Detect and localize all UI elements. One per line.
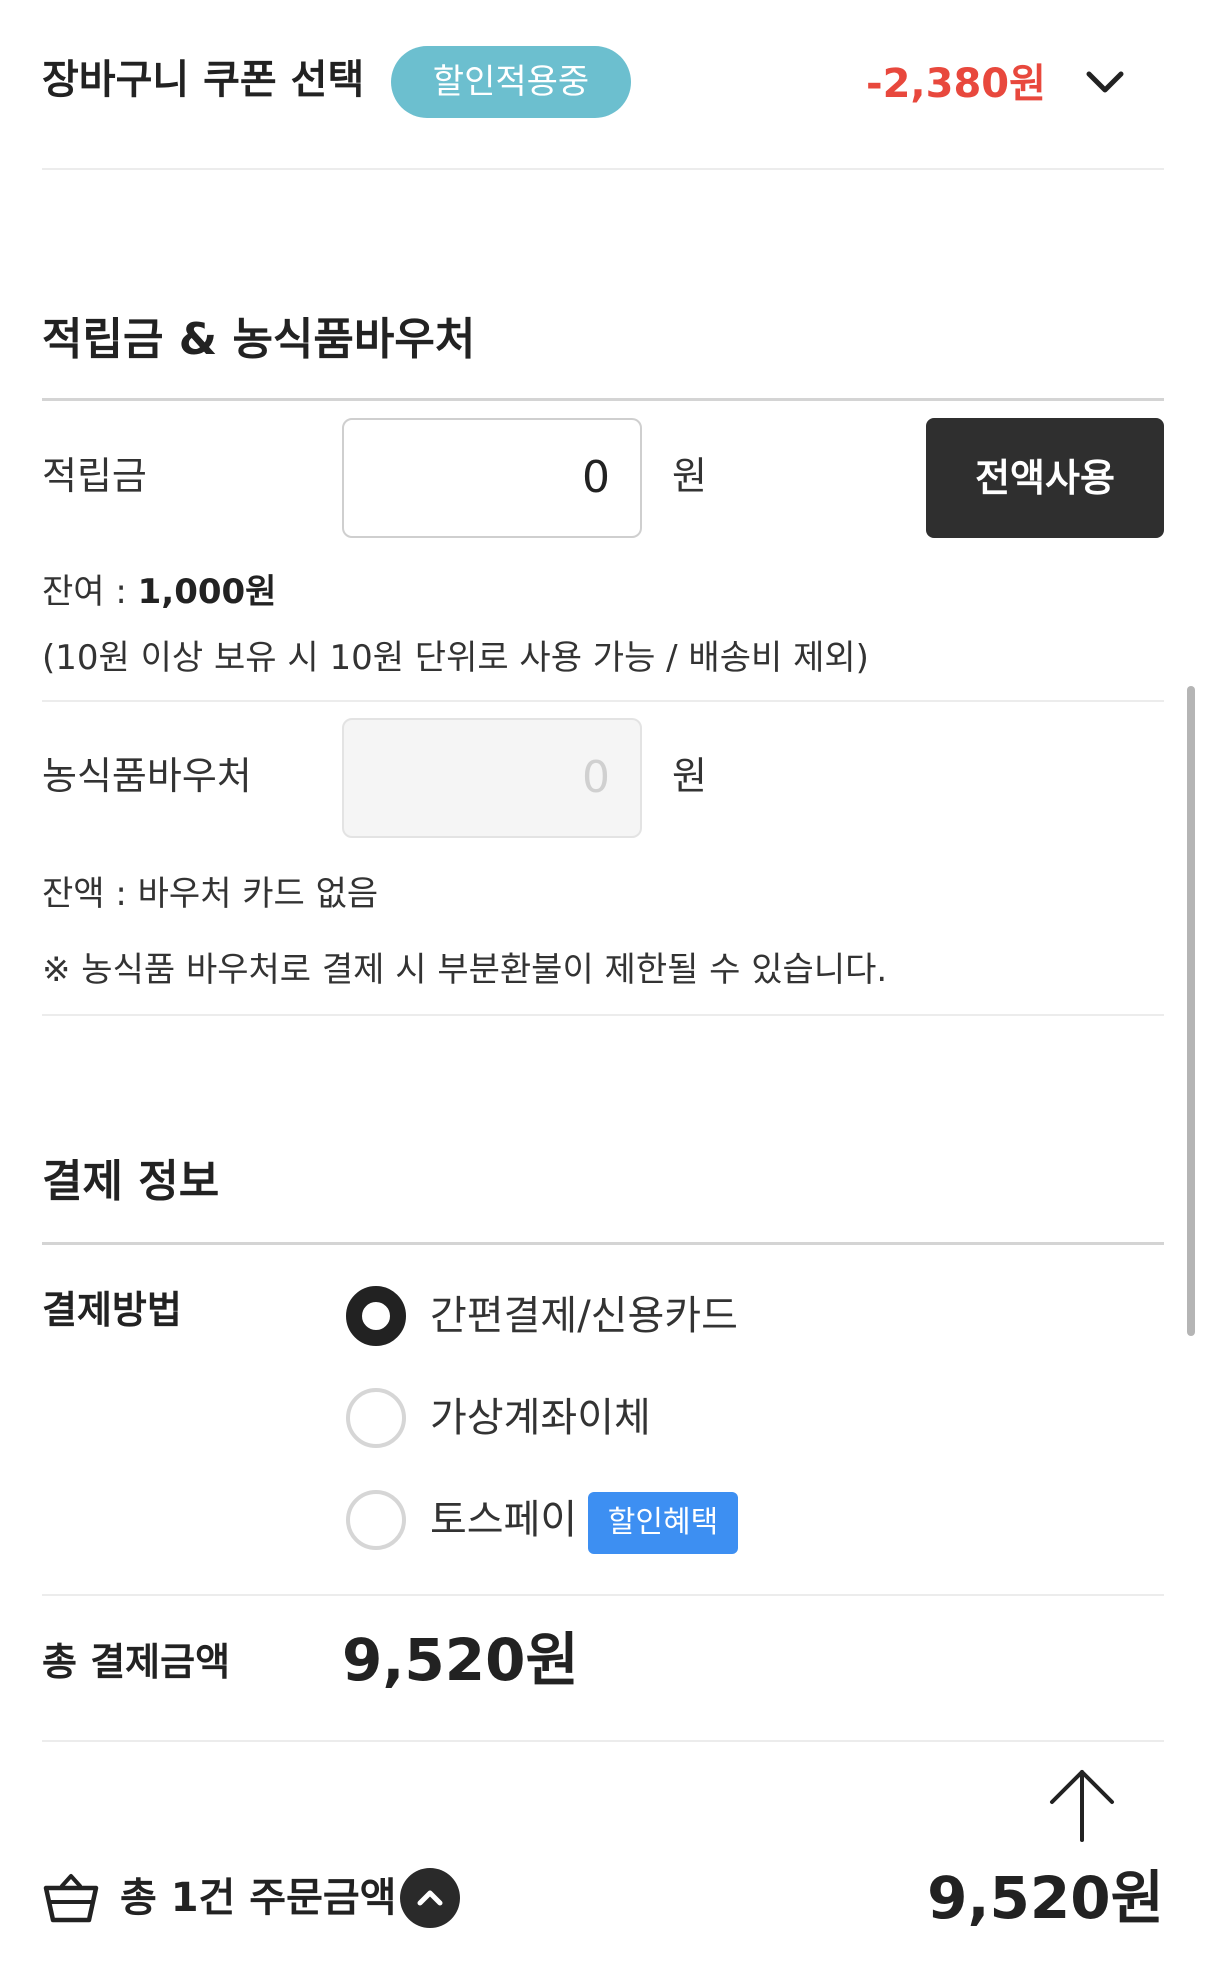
points-section-title: 적립금 & 농식품바우처: [42, 314, 476, 365]
chevron-up-icon[interactable]: [400, 1868, 460, 1928]
points-label: 적립금: [42, 454, 147, 498]
payment-section-title: 결제 정보: [42, 1156, 220, 1207]
divider: [42, 1242, 1164, 1245]
voucher-input: 0: [342, 718, 642, 838]
points-balance: 잔여 : 1,000원: [42, 568, 276, 616]
points-usage-note: (10원 이상 보유 시 10원 단위로 사용 가능 / 배송비 제외): [42, 638, 869, 678]
use-all-points-button[interactable]: 전액사용: [926, 418, 1164, 538]
voucher-label: 농식품바우처: [42, 754, 252, 798]
total-payment-amount: 9,520원: [342, 1626, 579, 1694]
coupon-discount-amount: -2,380원: [866, 61, 1046, 107]
discount-benefit-badge: 할인혜택: [588, 1492, 738, 1554]
cart-coupon-title[interactable]: 장바구니 쿠폰 선택: [42, 52, 364, 108]
scrollbar[interactable]: [1187, 686, 1195, 1336]
total-payment-label: 총 결제금액: [42, 1640, 231, 1684]
radio-virtual-account[interactable]: [346, 1388, 406, 1448]
divider: [42, 1014, 1164, 1016]
voucher-balance: 잔액 : 바우처 카드 없음: [42, 874, 379, 914]
voucher-unit: 원: [672, 754, 707, 798]
radio-easy-pay-card[interactable]: [346, 1286, 406, 1346]
points-input[interactable]: 0: [342, 418, 642, 538]
payment-method-easy-pay-card[interactable]: 간편결제/신용카드: [430, 1288, 738, 1344]
payment-method-toss-pay[interactable]: 토스페이: [430, 1492, 577, 1548]
order-total-amount: 9,520원: [927, 1864, 1164, 1932]
chevron-down-icon[interactable]: [1080, 58, 1130, 108]
points-unit: 원: [672, 454, 707, 498]
divider: [42, 700, 1164, 702]
basket-icon: [42, 1872, 100, 1926]
payment-method-virtual-account[interactable]: 가상계좌이체: [430, 1390, 651, 1446]
divider: [42, 398, 1164, 401]
divider: [42, 1740, 1164, 1742]
discount-applied-badge: 할인적용중: [391, 46, 631, 118]
voucher-notice: ※ 농식품 바우처로 결제 시 부분환불이 제한될 수 있습니다.: [42, 950, 888, 990]
order-count-label: 총 1건 주문금액: [120, 1875, 397, 1921]
divider: [42, 1594, 1164, 1596]
divider: [42, 168, 1164, 170]
payment-method-label: 결제방법: [42, 1288, 182, 1332]
points-balance-prefix: 잔여 :: [42, 572, 138, 612]
checkout-page: 장바구니 쿠폰 선택 할인적용중 -2,380원 적립금 & 농식품바우처 적립…: [0, 0, 1206, 1963]
points-balance-value: 1,000원: [137, 572, 277, 612]
radio-toss-pay[interactable]: [346, 1490, 406, 1550]
arrow-up-icon[interactable]: [1046, 1766, 1118, 1846]
